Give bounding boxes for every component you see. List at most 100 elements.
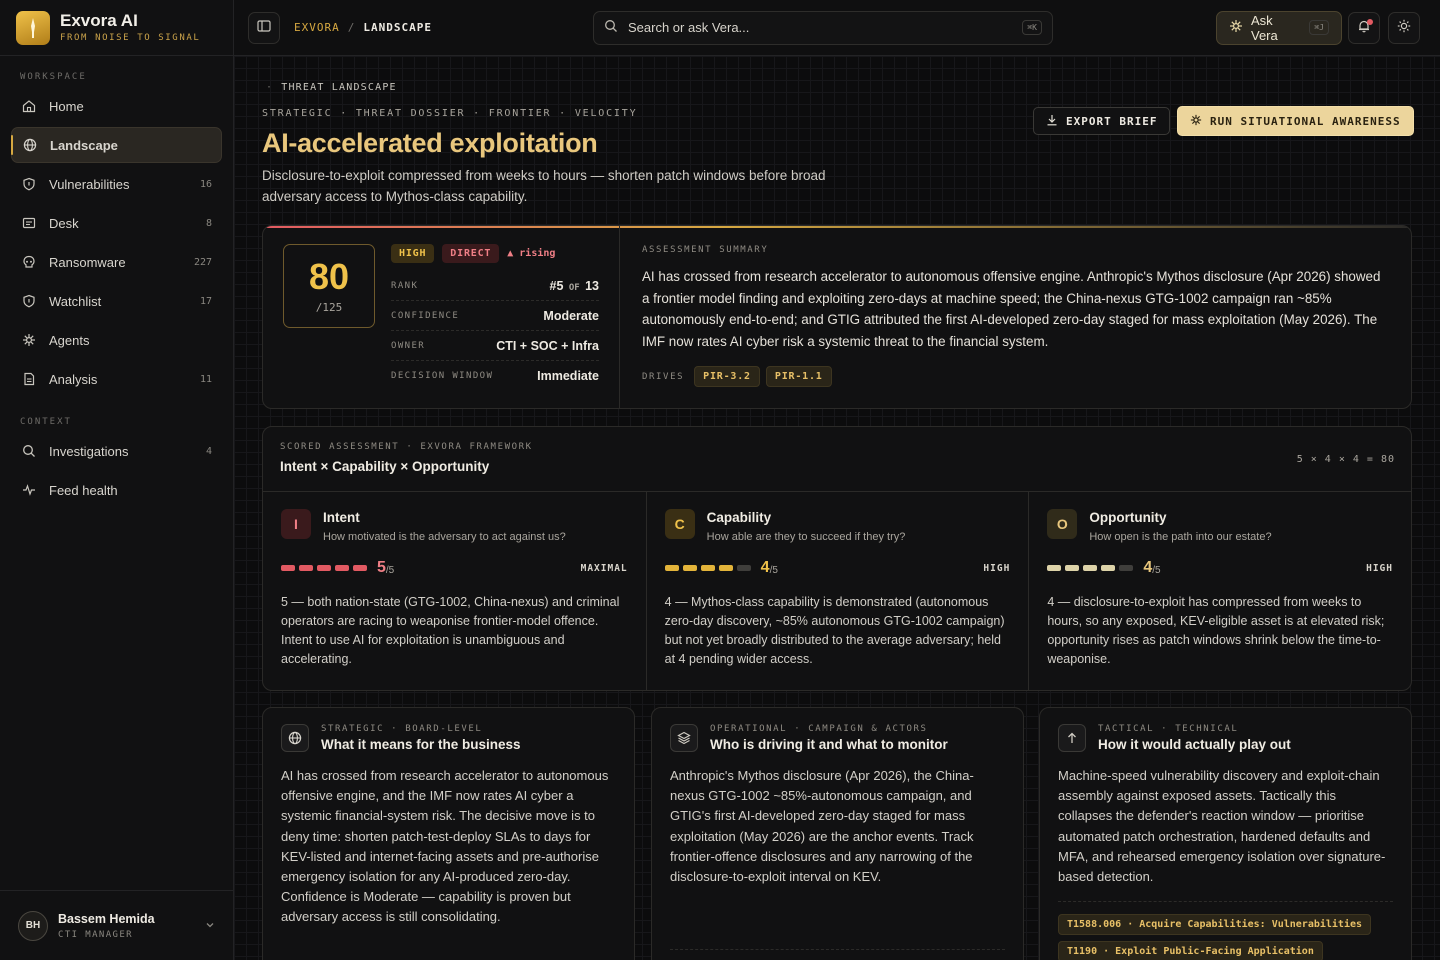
sidebar-item-desk[interactable]: Desk 8 bbox=[11, 205, 222, 241]
sidebar-item-vulnerabilities[interactable]: Vulnerabilities 16 bbox=[11, 166, 222, 202]
globe-icon bbox=[22, 137, 38, 153]
sidebar-item-label: Agents bbox=[49, 332, 90, 348]
scored-formula: 5 × 4 × 4 = 80 bbox=[1296, 454, 1395, 465]
decision-window-label: DECISION WINDOW bbox=[391, 371, 494, 381]
theme-toggle-button[interactable] bbox=[1388, 11, 1420, 44]
sidebar-item-label: Desk bbox=[49, 215, 79, 231]
rank-total: 13 bbox=[585, 278, 599, 293]
brand-name: Exvora AI bbox=[60, 11, 138, 30]
sun-icon bbox=[1397, 19, 1411, 36]
breadcrumb-separator: / bbox=[347, 21, 356, 34]
globe-icon bbox=[281, 724, 309, 752]
sidebar-item-watchlist[interactable]: Watchlist 17 bbox=[11, 283, 222, 319]
confidence-value: Moderate bbox=[543, 308, 599, 323]
factor-question: How motivated is the adversary to act ag… bbox=[323, 531, 566, 543]
chevron-down-icon[interactable] bbox=[205, 918, 215, 933]
summary-divider bbox=[619, 226, 620, 408]
ttp-tag[interactable]: T1190 · Exploit Public-Facing Applicatio… bbox=[1058, 941, 1323, 960]
workspace-section-label: WORKSPACE bbox=[20, 72, 87, 82]
sidebar-item-label: Landscape bbox=[50, 137, 118, 153]
sidebar-item-label: Analysis bbox=[49, 371, 98, 387]
drives-tag-pir-3-2[interactable]: PIR-3.2 bbox=[694, 366, 760, 387]
factor-name: Opportunity bbox=[1089, 510, 1167, 525]
factor-level: HIGH bbox=[983, 562, 1011, 574]
sparkle-icon bbox=[21, 332, 37, 348]
score-bar-segment bbox=[281, 565, 295, 571]
sidebar-item-analysis[interactable]: Analysis 11 bbox=[11, 361, 222, 397]
card-divider bbox=[670, 949, 1005, 950]
summary-accent-bar bbox=[263, 226, 1411, 228]
sidebar-toggle-icon bbox=[257, 19, 271, 36]
export-brief-button[interactable]: EXPORT BRIEF bbox=[1033, 107, 1171, 135]
export-brief-label: EXPORT BRIEF bbox=[1066, 114, 1158, 128]
ttp-tag[interactable]: T1588.006 · Acquire Capabilities: Vulner… bbox=[1058, 914, 1372, 936]
sidebar-item-feed-health[interactable]: Feed health bbox=[11, 472, 222, 508]
rank-of: OF bbox=[563, 282, 586, 293]
owner-label: OWNER bbox=[391, 340, 426, 351]
sidebar-item-agents[interactable]: Agents bbox=[11, 322, 222, 358]
pulse-icon bbox=[21, 482, 37, 498]
factor-capability: C Capability How able are they to succeed … bbox=[645, 491, 1029, 690]
run-situational-awareness-button[interactable]: RUN SITUATIONAL AWARENESS bbox=[1177, 106, 1414, 136]
notifications-button[interactable] bbox=[1348, 11, 1380, 44]
factor-score-max: /5 bbox=[1152, 564, 1161, 576]
card-label: TACTICAL · TECHNICAL bbox=[1098, 724, 1239, 734]
factor-rationale: 5 — both nation-state (GTG-1002, China-n… bbox=[281, 595, 620, 666]
score-bar-segment bbox=[1047, 565, 1062, 571]
score-bar-segment bbox=[664, 565, 679, 571]
trend-indicator: ▲ rising bbox=[507, 248, 556, 259]
score-max: /125 bbox=[315, 300, 343, 314]
factor-score: 4 bbox=[1143, 559, 1153, 576]
card-label: OPERATIONAL · CAMPAIGN & ACTORS bbox=[710, 724, 928, 734]
sidebar-item-count: 17 bbox=[199, 295, 212, 307]
perspective-card-how-it-would-actually-play-out: TACTICAL · TECHNICAL How it would actuall… bbox=[1039, 707, 1412, 960]
factor-letter: O bbox=[1047, 509, 1078, 539]
factor-score: 4 bbox=[760, 559, 770, 576]
score-bar-segment bbox=[299, 565, 313, 571]
sidebar-item-home[interactable]: Home bbox=[11, 88, 222, 124]
card-label: STRATEGIC · BOARD-LEVEL bbox=[321, 724, 483, 734]
sidebar-item-count: 11 bbox=[199, 373, 212, 385]
card-text: AI has crossed from research accelerator… bbox=[281, 768, 609, 925]
confidence-row: CONFIDENCE Moderate bbox=[391, 301, 599, 331]
rank-row: RANK #5 OF 13 bbox=[391, 271, 599, 301]
sidebar-toggle-button[interactable] bbox=[248, 11, 280, 44]
sidebar-item-ransomware[interactable]: Ransomware 227 bbox=[11, 244, 222, 280]
workspace-nav: Home Landscape Vulnerabilities 16 Desk 8 Ranso… bbox=[0, 88, 233, 397]
desk-icon bbox=[21, 215, 37, 231]
rank-label: RANK bbox=[391, 280, 419, 291]
factor-score-max: /5 bbox=[385, 564, 395, 576]
drives-tag-pir-1-1[interactable]: PIR-1.1 bbox=[765, 366, 832, 387]
eyebrow-text: THREAT LANDSCAPE bbox=[281, 82, 397, 93]
factor-name: Intent bbox=[323, 510, 360, 525]
user-menu[interactable]: BH Bassem Hemida CTI MANAGER bbox=[0, 890, 233, 960]
notification-dot bbox=[1367, 18, 1373, 25]
assessment-summary-text: AI has crossed from research accelerator… bbox=[642, 269, 1381, 349]
sidebar-item-landscape[interactable]: Landscape bbox=[11, 127, 222, 163]
ask-vera-button[interactable]: Ask Vera ⌘J bbox=[1216, 10, 1342, 45]
decision-window-value: Immediate bbox=[537, 369, 599, 383]
sidebar-item-label: Vulnerabilities bbox=[49, 176, 130, 192]
summary-card: 80 /125 HIGH DIRECT ▲ rising RANK #5 OF … bbox=[262, 225, 1412, 409]
search-input[interactable]: Search or ask Vera... ⌘K bbox=[593, 10, 1053, 45]
confidence-label: CONFIDENCE bbox=[391, 310, 460, 321]
brand-tagline: FROM NOISE TO SIGNAL bbox=[60, 33, 201, 43]
user-name: Bassem Hemida bbox=[58, 911, 155, 926]
scored-assessment-title: Intent × Capability × Opportunity bbox=[280, 459, 490, 474]
sidebar-item-label: Ransomware bbox=[49, 254, 126, 270]
context-nav: Investigations 4 Feed health bbox=[0, 433, 233, 508]
score-bar-segment bbox=[682, 565, 697, 571]
relevance-badge: DIRECT bbox=[442, 244, 500, 263]
search-placeholder: Search or ask Vera... bbox=[628, 20, 750, 35]
factor-score-bar bbox=[664, 565, 751, 571]
score-bar-segment bbox=[335, 565, 349, 571]
brand[interactable]: Exvora AI FROM NOISE TO SIGNAL bbox=[0, 0, 233, 56]
score-bar-segment bbox=[353, 565, 367, 571]
owner-row: OWNER CTI + SOC + Infra bbox=[391, 331, 599, 361]
factor-opportunity: O Opportunity How open is the path into ou… bbox=[1028, 491, 1411, 690]
sidebar-item-investigations[interactable]: Investigations 4 bbox=[11, 433, 222, 469]
card-title: What it means for the business bbox=[321, 737, 521, 752]
breadcrumb-root[interactable]: EXVORA bbox=[294, 21, 340, 34]
factor-intent: I Intent How motivated is the adversary to… bbox=[263, 491, 646, 690]
summary-details: RANK #5 OF 13 CONFIDENCE Moderate OWNER … bbox=[391, 271, 599, 391]
